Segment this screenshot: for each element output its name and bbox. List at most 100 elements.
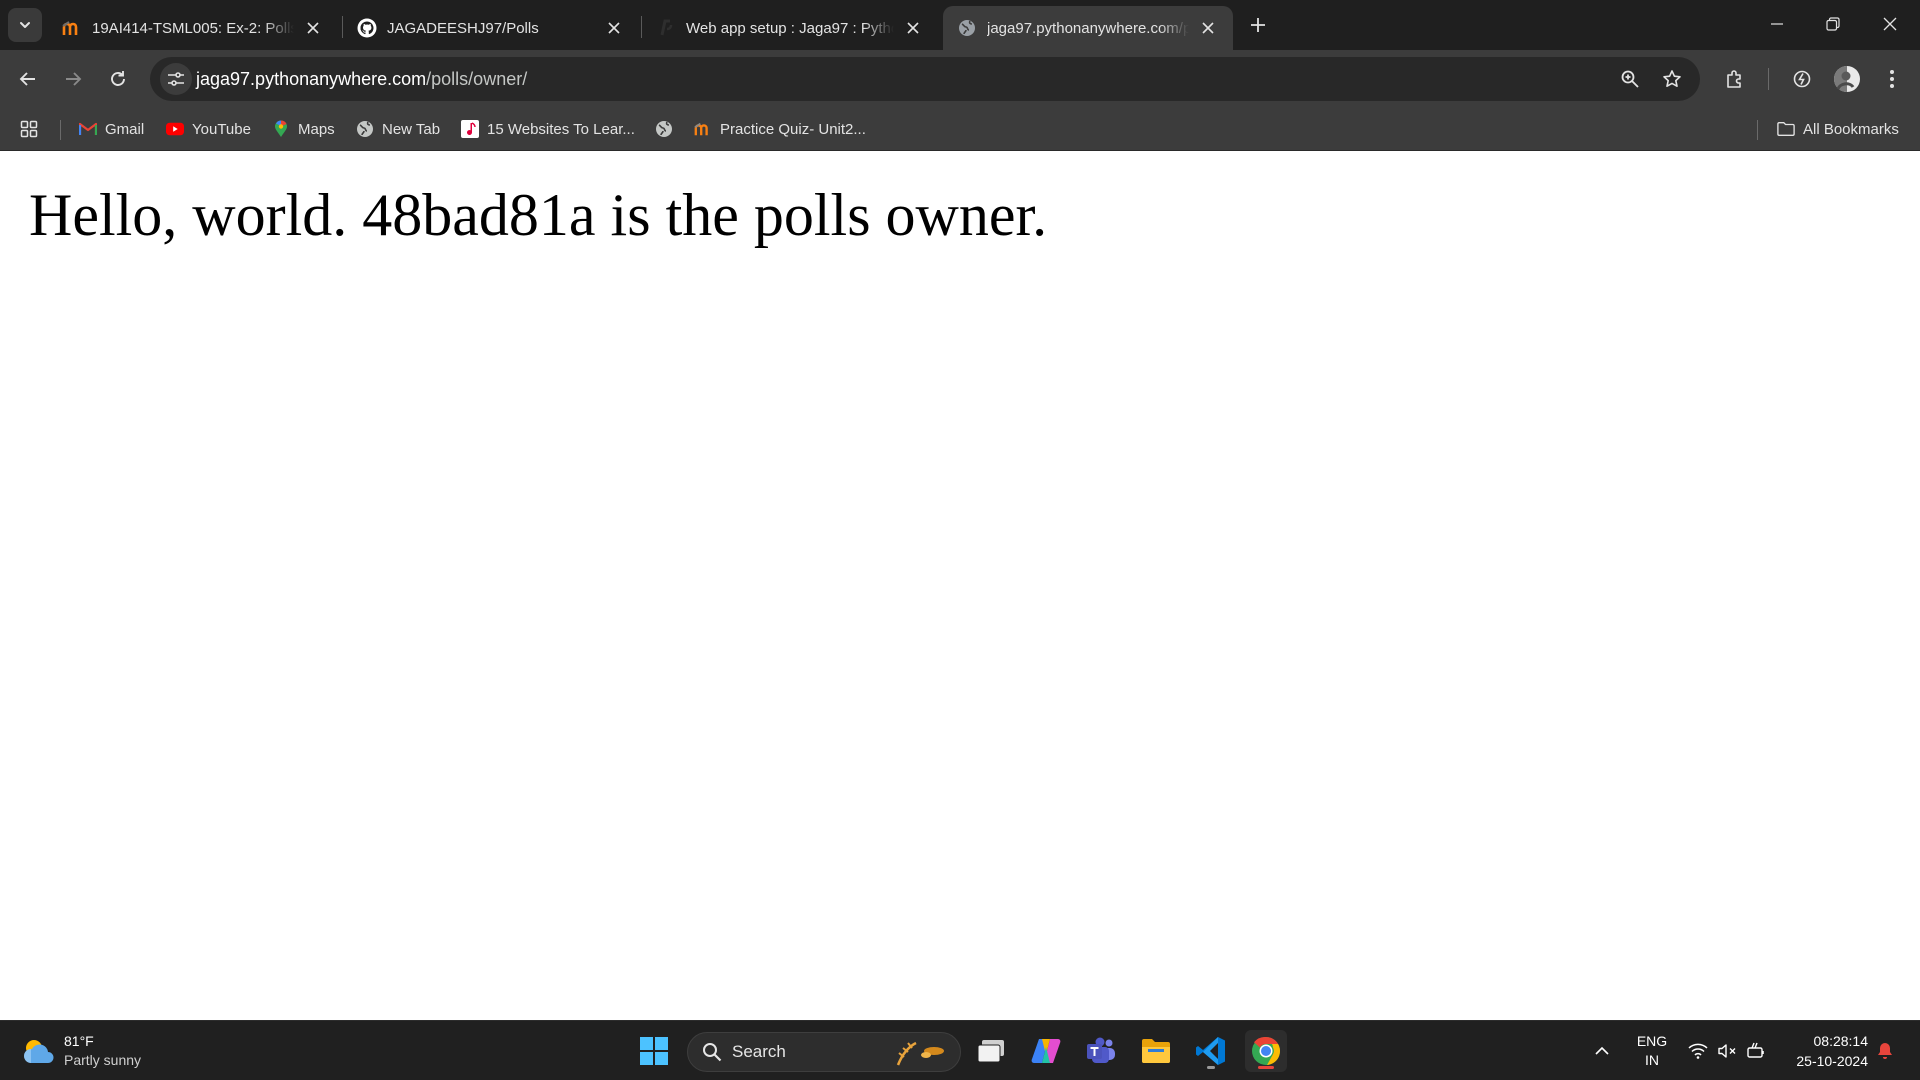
tab-pythonanywhere[interactable]: Web app setup : Jaga97 : PythonAnywhere	[642, 6, 938, 50]
clock-time: 08:28:14	[1813, 1033, 1869, 1049]
github-icon	[357, 18, 377, 38]
search-highlight-icon	[896, 1041, 944, 1066]
file-explorer-button[interactable]	[1135, 1030, 1177, 1072]
zoom-button[interactable]	[1614, 63, 1646, 95]
reload-button[interactable]	[100, 61, 136, 97]
bookmark-gmail[interactable]: Gmail	[79, 115, 144, 143]
windows-taskbar: 81°F Partly sunny Search ENG IN 08:28:14…	[0, 1020, 1920, 1080]
bookmarks-bar: Gmail YouTube Maps New Tab 15 Websites T…	[0, 108, 1920, 151]
vscode-button[interactable]	[1190, 1030, 1232, 1072]
close-icon[interactable]	[603, 17, 625, 39]
zoom-icon	[1621, 70, 1639, 88]
close-icon[interactable]	[902, 17, 924, 39]
teams-icon	[1087, 1037, 1115, 1063]
url-host: jaga97.pythonanywhere.com	[196, 69, 427, 89]
chrome-icon	[1252, 1036, 1280, 1065]
tab-title: Web app setup : Jaga97 : PythonAnywhere	[686, 19, 894, 37]
browser-window: 19AI414-TSML005: Ex-2: Polls using Djang…	[0, 0, 1920, 1080]
chrome-button[interactable]	[1245, 1030, 1287, 1072]
weather-widget[interactable]: 81°F Partly sunny	[20, 1029, 141, 1073]
taskbar-search[interactable]: Search	[687, 1032, 961, 1072]
tab-title: 19AI414-TSML005: Ex-2: Polls using Djang…	[92, 19, 294, 37]
vscode-icon	[1196, 1037, 1225, 1065]
apps-grid-icon	[20, 120, 38, 138]
url-text[interactable]: jaga97.pythonanywhere.com/polls/owner/	[196, 57, 527, 101]
profile-button[interactable]	[1829, 61, 1865, 97]
show-hidden-icons-button[interactable]	[1590, 1021, 1614, 1080]
teams-button[interactable]	[1080, 1030, 1122, 1072]
bookmark-practice-quiz[interactable]: Practice Quiz- Unit2...	[694, 115, 866, 143]
close-icon[interactable]	[1197, 17, 1219, 39]
page-heading: Hello, world. 48bad81a is the polls owne…	[29, 182, 1048, 248]
youtube-icon	[166, 120, 184, 138]
bookmark-star-button[interactable]	[1656, 63, 1688, 95]
new-tab-button[interactable]	[1243, 10, 1273, 40]
restore-button[interactable]	[1805, 0, 1861, 48]
task-view-button[interactable]	[970, 1030, 1012, 1072]
wifi-status[interactable]	[1686, 1021, 1710, 1080]
tab-moodle[interactable]: 19AI414-TSML005: Ex-2: Polls using Djang…	[48, 6, 338, 50]
partly-sunny-icon	[24, 1040, 54, 1063]
windows-logo-icon	[640, 1037, 668, 1065]
bookmark-label: New Tab	[382, 120, 441, 138]
copilot-icon	[1031, 1039, 1061, 1063]
extensions-button[interactable]	[1717, 61, 1753, 97]
close-window-button[interactable]	[1862, 0, 1918, 48]
apps-button[interactable]	[20, 115, 46, 143]
restore-icon	[1826, 17, 1840, 31]
copilot-button[interactable]	[1025, 1030, 1067, 1072]
all-bookmarks-label: All Bookmarks	[1803, 120, 1899, 138]
region-code: IN	[1645, 1052, 1659, 1068]
moodle-icon	[62, 18, 82, 38]
volume-status[interactable]	[1715, 1021, 1739, 1080]
all-bookmarks-button[interactable]: All Bookmarks	[1777, 115, 1899, 143]
toolbar-separator	[1768, 68, 1769, 90]
bookmarks-separator	[60, 120, 61, 140]
close-icon[interactable]	[302, 17, 324, 39]
tab-github[interactable]: JAGADEESHJ97/Polls	[343, 6, 639, 50]
wifi-icon	[1688, 1043, 1708, 1059]
bookmark-new-tab[interactable]: New Tab	[356, 115, 440, 143]
search-label: Search	[732, 1042, 786, 1061]
battery-status[interactable]	[1745, 1021, 1769, 1080]
tab-title: jaga97.pythonanywhere.com/polls/owner/	[987, 19, 1189, 37]
puzzle-icon	[1727, 70, 1741, 88]
address-bar[interactable]: jaga97.pythonanywhere.com/polls/owner/	[150, 57, 1700, 101]
tab-title: JAGADEESHJ97/Polls	[387, 19, 539, 37]
bookmark-label: Maps	[298, 120, 335, 138]
bookmark-15-websites[interactable]: 15 Websites To Lear...	[461, 115, 635, 143]
tab-active-polls-owner[interactable]: jaga97.pythonanywhere.com/polls/owner/	[943, 6, 1233, 50]
search-icon	[703, 1043, 722, 1062]
globe-icon	[356, 120, 374, 138]
battery-charging-icon	[1747, 1042, 1764, 1058]
forward-button[interactable]	[55, 61, 91, 97]
start-button[interactable]	[633, 1030, 675, 1072]
moodle-icon	[694, 120, 712, 138]
clock-date: 25-10-2024	[1796, 1053, 1868, 1069]
globe-icon	[957, 18, 977, 38]
bookmark-label: 15 Websites To Lear...	[487, 120, 635, 138]
globe-icon	[655, 120, 673, 138]
tab-search-button[interactable]	[8, 8, 42, 42]
menu-button[interactable]	[1874, 61, 1910, 97]
folder-icon	[1777, 120, 1795, 138]
folder-icon	[1142, 1039, 1170, 1063]
bookmarks-separator	[1757, 120, 1758, 140]
bookmark-youtube[interactable]: YouTube	[166, 115, 251, 143]
reload-icon	[111, 71, 125, 86]
pythonanywhere-icon	[656, 18, 676, 38]
notifications-button[interactable]	[1873, 1021, 1897, 1080]
bookmark-maps[interactable]: Maps	[272, 115, 335, 143]
chevron-up-icon	[1595, 1046, 1609, 1055]
volume-muted-icon	[1718, 1044, 1736, 1058]
minimize-button[interactable]	[1749, 0, 1805, 48]
active-indicator	[1258, 1066, 1274, 1069]
language-indicator[interactable]: ENG IN	[1630, 1021, 1674, 1080]
back-button[interactable]	[10, 61, 46, 97]
language-code: ENG	[1636, 1033, 1668, 1049]
bookmark-untitled[interactable]	[655, 115, 681, 143]
clock[interactable]: 08:28:14 25-10-2024	[1796, 1031, 1868, 1071]
site-info-button[interactable]	[160, 63, 192, 95]
weather-temperature: 81°F	[64, 1033, 94, 1049]
performance-button[interactable]	[1784, 61, 1820, 97]
